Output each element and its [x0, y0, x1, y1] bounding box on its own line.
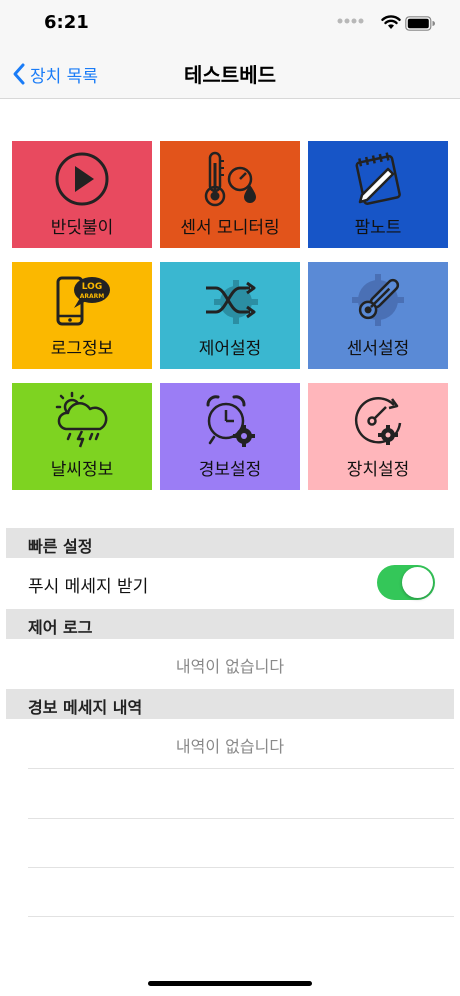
alarm-text: ARARM — [80, 293, 105, 300]
notepad-pencil-icon — [355, 152, 401, 205]
section-header-quick-settings: 빠른 설정 — [6, 528, 454, 558]
home-indicator — [148, 981, 312, 986]
tile-sensor-settings[interactable]: 센서설정 — [308, 262, 448, 369]
phone-log-icon: LOG ARARM — [56, 276, 110, 326]
tile-weather-info[interactable]: 날씨정보 — [12, 383, 152, 490]
signal-dots-icon — [337, 18, 364, 24]
row-separator — [28, 818, 454, 819]
tile-label: 장치설정 — [346, 460, 410, 480]
tile-label: 센서 모니터링 — [180, 218, 280, 238]
row-separator — [28, 916, 454, 917]
section-title: 경보 메세지 내역 — [28, 698, 143, 717]
tile-log-info[interactable]: LOG ARARM 로그정보 — [12, 262, 152, 369]
tile-label: 제어설정 — [198, 339, 262, 359]
alarm-clock-gear-icon — [206, 395, 255, 447]
shuffle-gear-icon — [206, 280, 258, 324]
dial-gear-icon — [354, 397, 402, 445]
row-separator — [28, 867, 454, 868]
tile-label: 날씨정보 — [50, 460, 114, 480]
wifi-icon — [381, 15, 401, 29]
weather-storm-icon — [55, 391, 108, 448]
status-bar: 6:21 — [0, 0, 460, 50]
tile-label: 반딧불이 — [50, 218, 114, 238]
toggle-knob — [402, 567, 433, 598]
tile-control-settings[interactable]: 제어설정 — [160, 262, 300, 369]
navigation-bar: 장치 목록 테스트베드 — [0, 50, 460, 99]
thermometer-gauge-icon — [204, 151, 256, 207]
play-circle-icon — [55, 152, 109, 206]
row-separator — [28, 768, 454, 769]
control-log-empty-text: 내역이 없습니다 — [175, 657, 285, 676]
alarm-history-empty-text: 내역이 없습니다 — [175, 737, 285, 756]
battery-icon — [405, 16, 435, 31]
tile-firefly[interactable]: 반딧불이 — [12, 141, 152, 248]
section-title: 빠른 설정 — [28, 537, 93, 556]
tile-label: 센서설정 — [346, 339, 410, 359]
tile-label: 경보설정 — [198, 460, 262, 480]
page-title: 테스트베드 — [184, 63, 276, 87]
log-text: LOG — [82, 282, 102, 292]
tile-label: 팜노트 — [354, 218, 402, 238]
tile-alarm-settings[interactable]: 경보설정 — [160, 383, 300, 490]
section-header-control-log: 제어 로그 — [6, 609, 454, 639]
tile-label: 로그정보 — [50, 339, 114, 359]
tile-sensor-monitoring[interactable]: 센서 모니터링 — [160, 141, 300, 248]
push-message-label: 푸시 메세지 받기 — [28, 577, 149, 597]
section-header-alarm-history: 경보 메세지 내역 — [6, 689, 454, 719]
thermometer-gear-icon — [352, 274, 404, 326]
push-message-toggle[interactable] — [377, 565, 435, 600]
section-title: 제어 로그 — [28, 618, 93, 637]
tile-farm-note[interactable]: 팜노트 — [308, 141, 448, 248]
status-time: 6:21 — [44, 12, 89, 33]
tile-device-settings[interactable]: 장치설정 — [308, 383, 448, 490]
